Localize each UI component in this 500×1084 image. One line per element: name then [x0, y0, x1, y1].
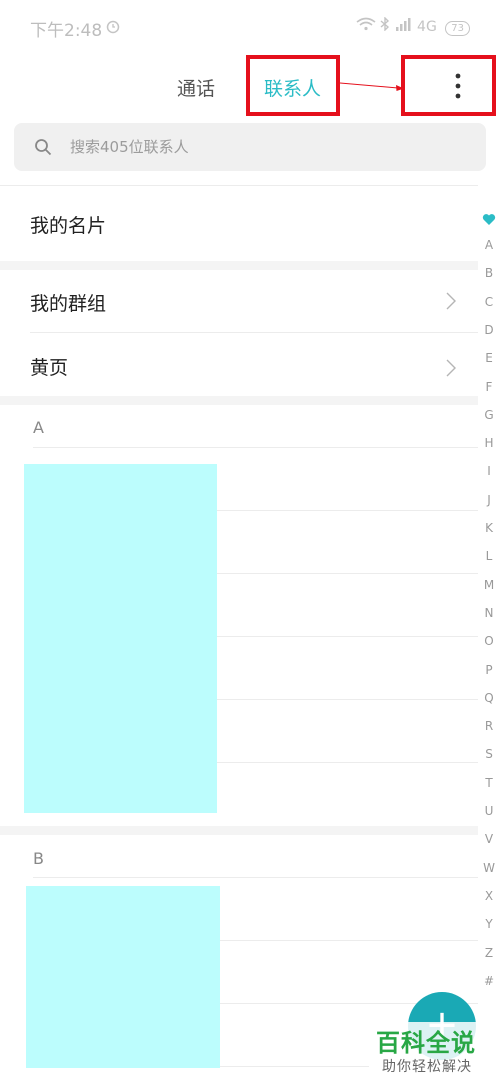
battery-indicator: 73 — [445, 21, 470, 36]
section-band — [0, 396, 478, 405]
divider — [0, 185, 478, 186]
index-letter[interactable]: R — [477, 719, 500, 733]
wifi-icon — [356, 17, 380, 35]
index-letter[interactable]: H — [477, 436, 500, 450]
index-letter[interactable]: K — [477, 521, 500, 535]
highlight-box-contacts — [246, 55, 340, 116]
index-letter[interactable]: T — [477, 776, 500, 790]
my-groups-label: 我的群组 — [30, 293, 107, 315]
index-letter[interactable]: C — [477, 295, 500, 309]
divider — [33, 447, 478, 448]
divider — [219, 1066, 369, 1067]
index-letter[interactable]: O — [477, 634, 500, 648]
index-letter[interactable]: X — [477, 889, 500, 903]
index-letter[interactable]: # — [477, 974, 500, 988]
index-letter[interactable]: Y — [477, 917, 500, 931]
index-letter[interactable]: Z — [477, 946, 500, 960]
more-options-icon[interactable] — [448, 72, 468, 100]
section-header-b: B — [33, 849, 44, 868]
watermark-title: 百科全说 — [376, 1029, 476, 1057]
divider — [217, 699, 478, 700]
chevron-right-icon — [446, 292, 456, 310]
index-letter[interactable]: Q — [477, 691, 500, 705]
tab-calls[interactable]: 通话 — [177, 74, 215, 101]
index-letter[interactable]: W — [477, 861, 500, 875]
watermark-subtitle: 助你轻松解决 — [382, 1059, 472, 1075]
divider — [217, 573, 478, 574]
divider — [217, 510, 478, 511]
status-time: 下午2:48 — [30, 21, 103, 41]
index-letter[interactable]: P — [477, 663, 500, 677]
redacted-contacts-b — [26, 886, 220, 1068]
signal-icon — [395, 18, 417, 35]
index-letter[interactable]: D — [477, 323, 500, 337]
section-header-a: A — [33, 418, 44, 437]
section-band — [0, 826, 478, 835]
chevron-right-icon — [446, 359, 456, 377]
yellow-pages-label: 黄页 — [30, 357, 69, 379]
index-letter[interactable]: A — [477, 238, 500, 252]
network-type: 4G — [417, 19, 437, 35]
bluetooth-icon — [380, 16, 394, 35]
divider — [217, 636, 478, 637]
index-letter[interactable]: F — [477, 380, 500, 394]
redacted-contacts-a — [24, 464, 217, 813]
index-letter[interactable]: N — [477, 606, 500, 620]
divider — [217, 762, 478, 763]
divider — [219, 940, 478, 941]
index-letter[interactable]: G — [477, 408, 500, 422]
favorites-heart-icon[interactable] — [482, 211, 496, 225]
index-letter[interactable]: E — [477, 351, 500, 365]
yellow-pages-row[interactable] — [0, 333, 478, 396]
index-letter[interactable]: L — [477, 549, 500, 563]
index-letter[interactable]: V — [477, 832, 500, 846]
alarm-icon — [105, 18, 121, 34]
divider — [33, 877, 478, 878]
index-letter[interactable]: S — [477, 747, 500, 761]
status-icons: 4G 73 — [356, 16, 470, 36]
search-icon — [34, 138, 52, 156]
index-letter[interactable]: M — [477, 578, 500, 592]
index-letter[interactable]: U — [477, 804, 500, 818]
search-input[interactable] — [70, 123, 450, 171]
my-card-label: 我的名片 — [30, 215, 107, 237]
index-letter[interactable]: B — [477, 266, 500, 280]
index-letter[interactable]: J — [477, 493, 500, 507]
index-letter[interactable]: I — [477, 464, 500, 478]
annotation-arrow — [340, 82, 404, 91]
section-band — [0, 261, 478, 270]
